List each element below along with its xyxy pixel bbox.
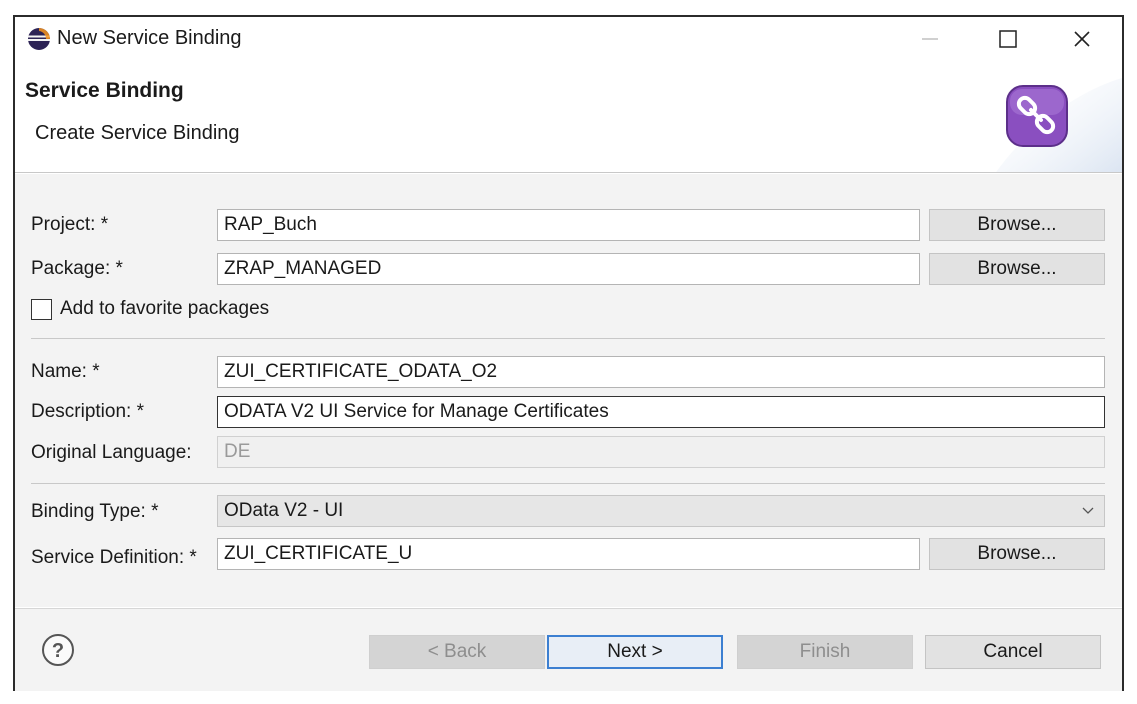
chevron-down-icon	[1082, 507, 1094, 514]
wizard-banner: Service Binding Create Service Binding	[15, 75, 1122, 173]
svg-text:?: ?	[52, 640, 64, 662]
binding-type-value: OData V2 - UI	[224, 500, 344, 521]
binding-type-label: Binding Type: *	[31, 501, 159, 522]
next-button[interactable]: Next >	[547, 635, 723, 669]
finish-button[interactable]: Finish	[737, 635, 913, 669]
description-field[interactable]: ODATA V2 UI Service for Manage Certifica…	[217, 396, 1105, 428]
window-title: New Service Binding	[57, 27, 242, 49]
form-area: Project: * RAP_Buch Browse... Package: *…	[15, 174, 1122, 607]
cancel-button[interactable]: Cancel	[925, 635, 1101, 669]
language-label: Original Language:	[31, 442, 192, 463]
eclipse-icon	[28, 28, 50, 50]
favorite-label: Add to favorite packages	[60, 298, 270, 319]
package-field[interactable]: ZRAP_MANAGED	[217, 253, 920, 285]
service-definition-field[interactable]: ZUI_CERTIFICATE_U	[217, 538, 920, 570]
close-icon	[1074, 31, 1090, 47]
minimize-button[interactable]	[895, 17, 965, 61]
project-browse-button[interactable]: Browse...	[929, 209, 1105, 241]
maximize-button[interactable]	[973, 17, 1043, 61]
close-button[interactable]	[1047, 17, 1117, 61]
description-label: Description: *	[31, 401, 144, 422]
binding-type-select[interactable]: OData V2 - UI	[217, 495, 1105, 527]
divider	[31, 338, 1105, 339]
back-button[interactable]: < Back	[369, 635, 545, 669]
minimize-icon	[922, 38, 938, 40]
favorite-checkbox[interactable]	[31, 299, 52, 320]
project-label: Project: *	[31, 214, 109, 235]
divider	[31, 483, 1105, 484]
language-field: DE	[217, 436, 1105, 468]
package-label: Package: *	[31, 258, 123, 279]
name-label: Name: *	[31, 361, 100, 382]
service-definition-browse-button[interactable]: Browse...	[929, 538, 1105, 570]
new-service-binding-dialog: New Service Binding Service Binding Crea…	[13, 15, 1124, 691]
banner-title: Service Binding	[25, 79, 184, 102]
maximize-icon	[999, 30, 1017, 48]
button-bar: ? < Back Next > Finish Cancel	[15, 608, 1122, 691]
title-bar: New Service Binding	[15, 17, 1122, 61]
service-definition-label: Service Definition: *	[31, 547, 197, 568]
service-binding-icon	[1006, 85, 1068, 147]
help-icon[interactable]: ?	[41, 633, 75, 667]
project-field[interactable]: RAP_Buch	[217, 209, 920, 241]
name-field[interactable]: ZUI_CERTIFICATE_ODATA_O2	[217, 356, 1105, 388]
banner-subtitle: Create Service Binding	[35, 122, 240, 144]
package-browse-button[interactable]: Browse...	[929, 253, 1105, 285]
